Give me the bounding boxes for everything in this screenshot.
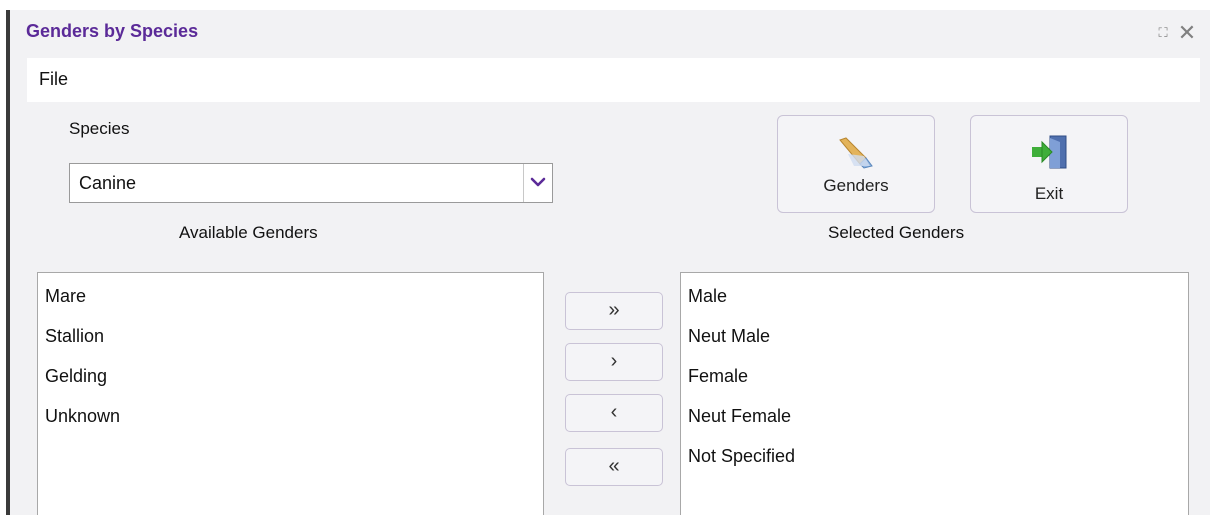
- list-item[interactable]: Neut Male: [688, 326, 770, 347]
- selected-genders-label: Selected Genders: [828, 223, 965, 242]
- species-label: Species: [69, 119, 130, 138]
- dropdown-arrow[interactable]: [523, 164, 552, 202]
- exit-button[interactable]: Exit: [970, 115, 1128, 213]
- genders-button[interactable]: Genders: [777, 115, 935, 213]
- window-title: Genders by Species: [26, 21, 199, 41]
- genders-by-species-window: Genders by Species ⛶ ✕ File Species Cani…: [10, 10, 1210, 515]
- add-all-button[interactable]: »: [565, 292, 663, 330]
- list-item[interactable]: Male: [688, 286, 727, 307]
- list-item[interactable]: Unknown: [45, 406, 120, 427]
- list-item[interactable]: Stallion: [45, 326, 104, 347]
- remove-all-button[interactable]: «: [565, 448, 663, 486]
- list-item[interactable]: Neut Female: [688, 406, 791, 427]
- exit-button-label: Exit: [1034, 184, 1064, 203]
- species-selected-value: Canine: [79, 173, 137, 193]
- list-item[interactable]: Mare: [45, 286, 86, 307]
- maximize-icon[interactable]: ⛶: [1152, 22, 1174, 44]
- list-item[interactable]: Female: [688, 366, 748, 387]
- chevron-down-icon: [530, 177, 546, 187]
- title-bar: Genders by Species ⛶ ✕: [10, 10, 1210, 56]
- species-dropdown[interactable]: Canine: [69, 163, 553, 203]
- exit-door-icon: [1030, 134, 1070, 175]
- list-item[interactable]: Gelding: [45, 366, 107, 387]
- menu-bar: File: [27, 58, 1200, 102]
- pencil-icon: [836, 136, 876, 175]
- menu-file[interactable]: File: [39, 69, 68, 90]
- remove-one-button[interactable]: ‹: [565, 394, 663, 432]
- add-one-button[interactable]: ›: [565, 343, 663, 381]
- background-window-edge: [0, 0, 10, 515]
- list-item[interactable]: Not Specified: [688, 446, 795, 467]
- close-icon[interactable]: ✕: [1176, 22, 1198, 44]
- selected-genders-list[interactable]: Male Neut Male Female Neut Female Not Sp…: [680, 272, 1189, 515]
- available-genders-label: Available Genders: [179, 223, 318, 242]
- genders-button-label: Genders: [823, 176, 889, 195]
- available-genders-list[interactable]: Mare Stallion Gelding Unknown: [37, 272, 544, 515]
